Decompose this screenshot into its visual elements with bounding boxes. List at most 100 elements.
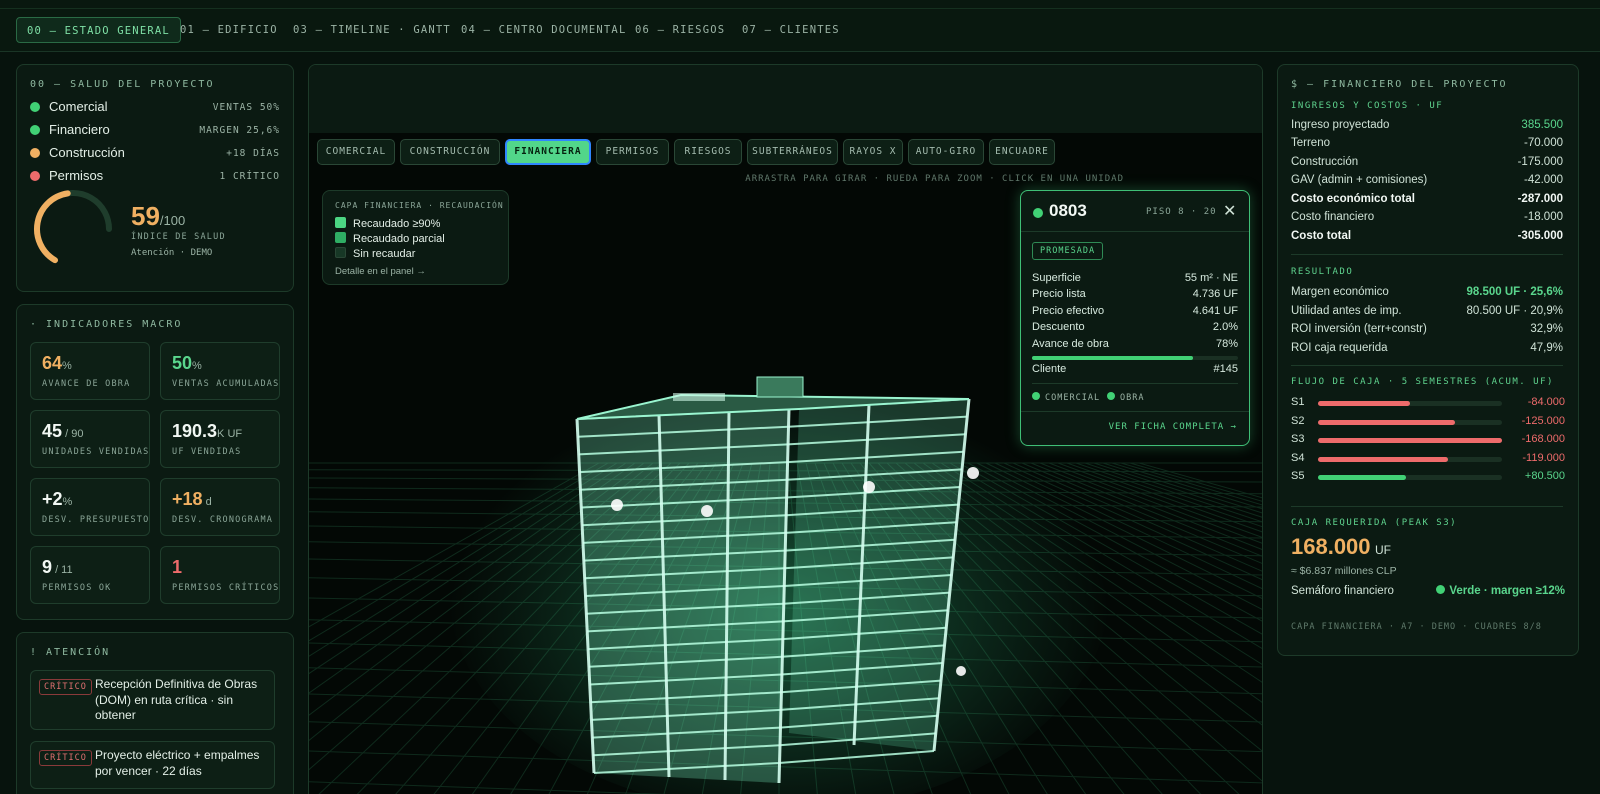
- alert-text: Recepción Definitiva de Obras (DOM) en r…: [95, 677, 258, 722]
- kpi-label: VENTAS ACUMULADAS: [172, 379, 280, 389]
- legend-swatch: [335, 247, 346, 258]
- unit-status-dot: [1033, 208, 1043, 218]
- legend-item: Recaudado parcial: [335, 232, 445, 245]
- status-dot: [30, 148, 40, 158]
- kpi-value: 50%: [172, 353, 202, 373]
- legend-title: CAPA FINANCIERA · RECAUDACIÓN: [335, 201, 504, 210]
- layer-tab-permisos[interactable]: PERMISOS: [596, 139, 669, 165]
- finance-section-result: RESULTADO: [1291, 267, 1354, 277]
- layer-tab-rayos-x[interactable]: RAYOS X: [843, 139, 903, 165]
- cashflow-label: S4: [1291, 451, 1305, 464]
- finance-section-cashflow: FLUJO DE CAJA · 5 SEMESTRES (ACUM. UF): [1291, 377, 1554, 387]
- semaforo-dot: [1436, 585, 1446, 594]
- attention-panel: ! ATENCIÓN CRÍTICO Recepción Definitiva …: [16, 632, 294, 794]
- health-score: 59/100: [131, 201, 185, 232]
- kpi-value: 9 / 11: [42, 557, 73, 577]
- health-score-value: 59: [131, 201, 160, 231]
- finance-section-peak: CAJA REQUERIDA (PEAK S3): [1291, 518, 1458, 528]
- cashflow-value: +80.500: [1524, 470, 1565, 482]
- critical-badge: CRÍTICO: [39, 679, 92, 695]
- legend-swatch: [335, 232, 346, 243]
- layer-tab-subterraneos[interactable]: SUBTERRÁNEOS: [747, 139, 838, 165]
- kpi-unidades-vendidas: 45 / 90 UNIDADES VENDIDAS: [30, 410, 150, 468]
- cashflow-bar: [1318, 438, 1502, 443]
- critical-badge: CRÍTICO: [39, 750, 92, 766]
- cashflow-bar-track: [1318, 475, 1502, 480]
- view-full-card-link[interactable]: VER FICHA COMPLETA →: [1109, 422, 1237, 432]
- attention-title: ! ATENCIÓN: [30, 647, 111, 658]
- finance-section-income: INGRESOS Y COSTOS · UF: [1291, 101, 1444, 111]
- kpi-uf-vendidas: 190.3K UF UF VENDIDAS: [160, 410, 280, 468]
- peak-cash-value: 168.000: [1291, 534, 1371, 559]
- building-viewport[interactable]: COMERCIAL CONSTRUCCIÓN FINANCIERA PERMIS…: [308, 64, 1263, 794]
- unit-pin[interactable]: [701, 505, 713, 517]
- kpi-label: DESV. PRESUPUESTO: [42, 515, 150, 525]
- health-value-comercial: VENTAS 50%: [212, 102, 280, 113]
- kpi-desv-cronograma: +18 d DESV. CRONOGRAMA: [160, 478, 280, 536]
- kpi-label: UNIDADES VENDIDAS: [42, 447, 150, 457]
- cashflow-bar-track: [1318, 419, 1502, 425]
- unit-progress-fill: [1032, 356, 1193, 360]
- cashflow-label: S2: [1291, 414, 1305, 427]
- card-divider: [1021, 231, 1249, 232]
- macro-panel: · INDICADORES MACRO 64% AVANCE DE OBRA 50…: [16, 304, 294, 620]
- unit-status-badge: PROMESADA: [1032, 242, 1104, 260]
- alert-item[interactable]: CRÍTICO Proyecto eléctrico + empalmes po…: [30, 741, 275, 789]
- health-score-label: ÍNDICE DE SALUD: [131, 232, 226, 242]
- kpi-value: +18 d: [172, 489, 212, 509]
- cashflow-value: -84.000: [1527, 396, 1565, 408]
- kpi-value: 190.3K UF: [172, 421, 243, 441]
- layer-tab-construccion[interactable]: CONSTRUCCIÓN: [400, 139, 500, 165]
- layer-tab-riesgos[interactable]: RIESGOS: [674, 139, 742, 165]
- health-value-permisos: 1 CRÍTICO: [219, 171, 280, 182]
- unit-pin[interactable]: [967, 467, 979, 479]
- card-divider: [1021, 411, 1249, 412]
- nav-tab-centro-documental[interactable]: 04 — CENTRO DOCUMENTAL: [461, 17, 626, 43]
- close-icon[interactable]: ✕: [1223, 201, 1236, 221]
- unit-tag-obra: OBRA: [1107, 392, 1144, 403]
- unit-pin[interactable]: [863, 481, 875, 493]
- peak-cash-clp: ≈ $6.837 millones CLP: [1291, 565, 1397, 577]
- layer-tab-encuadre[interactable]: ENCUADRE: [989, 139, 1055, 165]
- alert-text: Proyecto eléctrico + empalmes por vencer…: [95, 748, 260, 778]
- nav-tab-riesgos[interactable]: 06 — RIESGOS: [635, 17, 725, 43]
- cashflow-bar: [1318, 401, 1410, 406]
- financial-legend: CAPA FINANCIERA · RECAUDACIÓN Recaudado …: [322, 190, 509, 285]
- nav-tab-edificio[interactable]: 01 — EDIFICIO: [180, 17, 278, 43]
- kpi-permisos-ok: 9 / 11 PERMISOS OK: [30, 546, 150, 604]
- layer-tab-comercial[interactable]: COMERCIAL: [317, 139, 395, 165]
- building-facade-front: [577, 409, 789, 783]
- unit-pin[interactable]: [956, 666, 966, 676]
- unit-pin[interactable]: [611, 499, 623, 511]
- kpi-value: 1: [172, 557, 183, 577]
- cashflow-bar: [1318, 475, 1407, 480]
- kpi-value: 64%: [42, 353, 72, 373]
- semaforo-label: Semáforo financiero: [1291, 585, 1394, 597]
- semaforo-value: Verde · margen ≥12%: [1436, 585, 1565, 597]
- macro-title: · INDICADORES MACRO: [30, 319, 183, 330]
- layer-tab-auto-giro[interactable]: AUTO-GIRO: [908, 139, 984, 165]
- gauge-fill: [34, 190, 71, 264]
- kpi-value: 45 / 90: [42, 421, 84, 441]
- finance-footer: CAPA FINANCIERA · A7 · DEMO · CUADRES 8/…: [1291, 622, 1542, 632]
- legend-item: Recaudado ≥90%: [335, 217, 440, 230]
- status-dot: [30, 125, 40, 135]
- cashflow-bar-track: [1318, 456, 1502, 462]
- nav-tab-estado-general[interactable]: 00 — ESTADO GENERAL: [16, 17, 181, 43]
- alert-item[interactable]: CRÍTICO Recepción Definitiva de Obras (D…: [30, 670, 275, 730]
- cashflow-label: S1: [1291, 396, 1305, 408]
- peak-cash-unit: UF: [1374, 543, 1391, 557]
- nav-tab-timeline[interactable]: 03 — TIMELINE · GANTT: [293, 17, 451, 43]
- health-value-construccion: +18 DÍAS: [226, 148, 280, 159]
- health-score-max: /100: [159, 213, 186, 228]
- cashflow-bar-track: [1318, 438, 1502, 443]
- status-dot: [30, 102, 40, 112]
- legend-detail-link[interactable]: Detalle en el panel →: [335, 266, 426, 277]
- legend-swatch: [335, 217, 346, 228]
- nav-tab-clientes[interactable]: 07 — CLIENTES: [742, 17, 840, 43]
- cashflow-value: -168.000: [1521, 433, 1565, 445]
- layer-tab-financiera[interactable]: FINANCIERA: [505, 139, 591, 165]
- unit-id: 0803: [1049, 201, 1087, 220]
- kpi-label: AVANCE DE OBRA: [42, 379, 131, 389]
- card-divider: [1032, 383, 1238, 384]
